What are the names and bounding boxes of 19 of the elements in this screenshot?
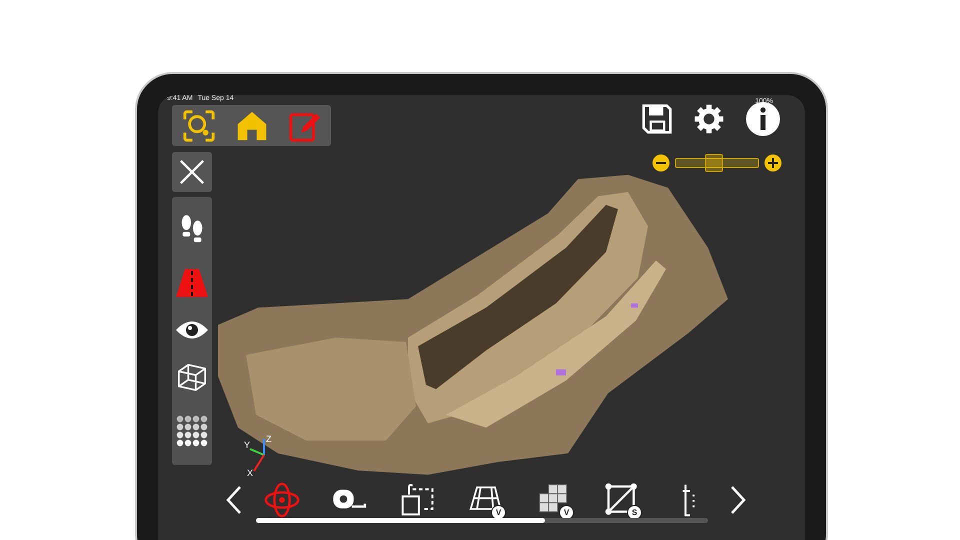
move-square-icon xyxy=(400,482,436,518)
zoom-out-icon[interactable] xyxy=(652,154,670,172)
settings-icon[interactable] xyxy=(693,103,725,135)
road-icon[interactable] xyxy=(175,268,209,298)
square-diagonal-icon xyxy=(604,482,640,518)
save-icon[interactable] xyxy=(641,103,673,135)
orbit-icon xyxy=(263,481,301,519)
rotate-tool-button[interactable] xyxy=(262,480,302,520)
slider-thumb[interactable] xyxy=(704,154,723,172)
axis-gizmo-drawing: Z Y X xyxy=(244,433,284,477)
info-icon[interactable] xyxy=(745,101,781,137)
chevron-left-icon[interactable] xyxy=(226,485,242,515)
close-icon xyxy=(178,158,206,186)
zoom-in-icon[interactable] xyxy=(764,154,782,172)
close-button[interactable] xyxy=(172,152,212,192)
chevron-right-icon[interactable] xyxy=(730,485,746,515)
camera-scan-icon[interactable] xyxy=(182,108,216,142)
eye-icon[interactable] xyxy=(175,318,209,341)
wireframe-cube-icon[interactable] xyxy=(177,362,207,392)
